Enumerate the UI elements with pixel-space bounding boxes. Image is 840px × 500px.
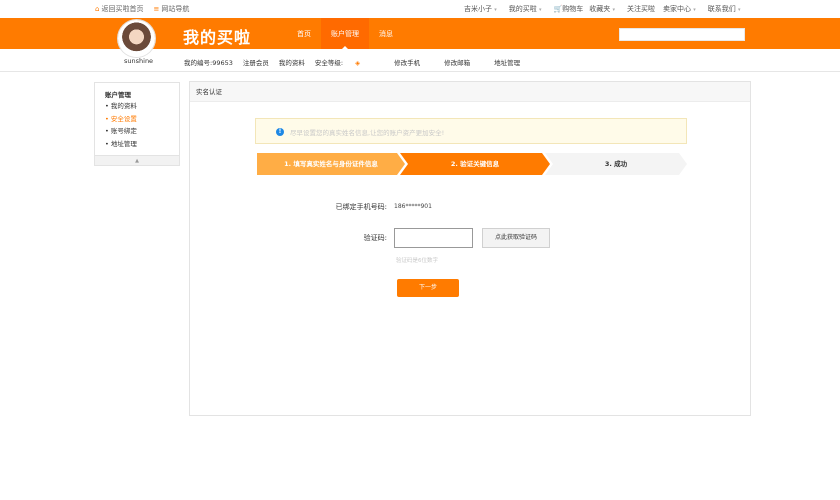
top-bar: ⌂ 返回买啦首页 ≡ 网站导航 吉米小子 ▾ 我的买啦 ▾ 🛒购物车 收藏夹 ▾… [0, 0, 840, 18]
notice-banner: ! 尽早设置您的真实姓名信息,让您的账户资产更加安全! [255, 118, 687, 144]
sidebar-item-account-binding[interactable]: • 账号绑定 [105, 125, 137, 138]
home-icon: ⌂ [95, 5, 100, 13]
nav-messages[interactable]: 消息 [369, 18, 403, 49]
cart-link[interactable]: 🛒购物车 [554, 4, 584, 14]
home-link[interactable]: ⌂ 返回买啦首页 [95, 4, 143, 14]
phone-value: 186*****901 [394, 203, 432, 210]
next-step-button[interactable]: 下一步 [397, 279, 459, 297]
phone-label: 已绑定手机号码: [335, 203, 387, 211]
code-label: 验证码: [363, 234, 387, 242]
code-hint: 验证码是6位数字 [396, 258, 438, 264]
sidebar-item-address-management[interactable]: • 地址管理 [105, 138, 137, 151]
shield-icon: ◈ [355, 59, 361, 67]
sidebar-title: 账户管理 [105, 91, 131, 99]
info-icon: ! [276, 128, 284, 136]
home-link-label: 返回买啦首页 [101, 5, 144, 13]
notice-text: 尽早设置您的真实姓名信息,让您的账户资产更加安全! [290, 129, 445, 137]
register-member-link[interactable]: 注册会员 [243, 57, 269, 67]
favorites-menu[interactable]: 收藏夹 ▾ [589, 4, 615, 14]
nav-account-management[interactable]: 账户管理 [321, 18, 369, 50]
menu-icon: ≡ [153, 5, 160, 13]
sidebar-item-security-settings[interactable]: • 安全设置 [105, 113, 137, 126]
step-2: 2. 验证关键信息 [400, 153, 550, 175]
main-nav: 首页 账户管理 消息 [287, 18, 403, 50]
site-nav-link[interactable]: ≡ 网站导航 [153, 4, 189, 14]
nav-home[interactable]: 首页 [287, 18, 321, 49]
chevron-down-icon: ▾ [737, 7, 741, 13]
my-maila-menu[interactable]: 我的买啦 ▾ [509, 4, 542, 14]
account-id: 我的编号:99653 [184, 59, 233, 67]
progress-steps: 1. 填写真实姓名与身份证件信息 2. 验证关键信息 3. 成功 [257, 153, 687, 175]
seller-center-label: 卖家中心 [662, 5, 691, 13]
address-management-link[interactable]: 地址管理 [494, 57, 520, 67]
chevron-down-icon: ▾ [693, 7, 696, 13]
step-1: 1. 填写真实姓名与身份证件信息 [257, 153, 405, 175]
change-email-link[interactable]: 修改邮箱 [444, 57, 470, 67]
step-3: 3. 成功 [545, 153, 687, 175]
sidebar-menu: • 我的资料 • 安全设置 • 账号绑定 • 地址管理 [105, 100, 137, 150]
favorites-label: 收藏夹 [589, 5, 611, 13]
site-nav-label: 网站导航 [161, 5, 190, 13]
search-input[interactable] [619, 28, 745, 41]
security-level: 安全等级: ◈ [315, 57, 370, 67]
my-maila-label: 我的买啦 [508, 5, 537, 13]
top-bar-left: ⌂ 返回买啦首页 ≡ 网站导航 [95, 4, 189, 14]
sidebar: 账户管理 • 我的资料 • 安全设置 • 账号绑定 • 地址管理 ▲ [94, 82, 180, 166]
main-panel: 实名认证 ! 尽早设置您的真实姓名信息,让您的账户资产更加安全! 1. 填写真实… [189, 81, 751, 416]
user-menu-label: 吉米小子 [464, 5, 492, 13]
cart-icon: 🛒 [553, 5, 563, 13]
cart-label: 购物车 [562, 5, 584, 13]
sidebar-collapse-button[interactable]: ▲ [95, 155, 179, 165]
change-phone-link[interactable]: 修改手机 [394, 57, 420, 67]
avatar[interactable] [118, 20, 155, 57]
chevron-up-icon: ▲ [135, 158, 139, 164]
sidebar-item-my-profile[interactable]: • 我的资料 [105, 100, 137, 113]
seller-center-menu[interactable]: 卖家中心 ▾ [663, 4, 696, 14]
chevron-down-icon: ▾ [538, 7, 542, 13]
follow-link[interactable]: 关注买啦 [627, 4, 655, 14]
my-profile-link[interactable]: 我的资料 [279, 57, 305, 67]
contact-menu[interactable]: 联系我们 ▾ [708, 4, 741, 14]
panel-title: 实名认证 [190, 82, 750, 102]
contact-label: 联系我们 [707, 5, 736, 13]
sub-info-links: 我的编号:99653 注册会员 我的资料 安全等级: ◈ 修改手机 修改邮箱 地… [184, 57, 530, 67]
chevron-down-icon: ▾ [612, 7, 615, 13]
username: sunshine [124, 57, 154, 65]
user-menu[interactable]: 吉米小子 ▾ [464, 4, 497, 14]
security-level-label: 安全等级: [314, 59, 344, 67]
top-bar-right: 吉米小子 ▾ 我的买啦 ▾ 🛒购物车 收藏夹 ▾ 关注买啦 卖家中心 ▾ 联系我… [464, 4, 740, 14]
logo-text[interactable]: 我的买啦 [183, 24, 251, 48]
get-code-button[interactable]: 点此获取验证码 [482, 228, 550, 248]
verification-code-input[interactable] [394, 228, 473, 248]
chevron-down-icon: ▾ [494, 7, 497, 13]
